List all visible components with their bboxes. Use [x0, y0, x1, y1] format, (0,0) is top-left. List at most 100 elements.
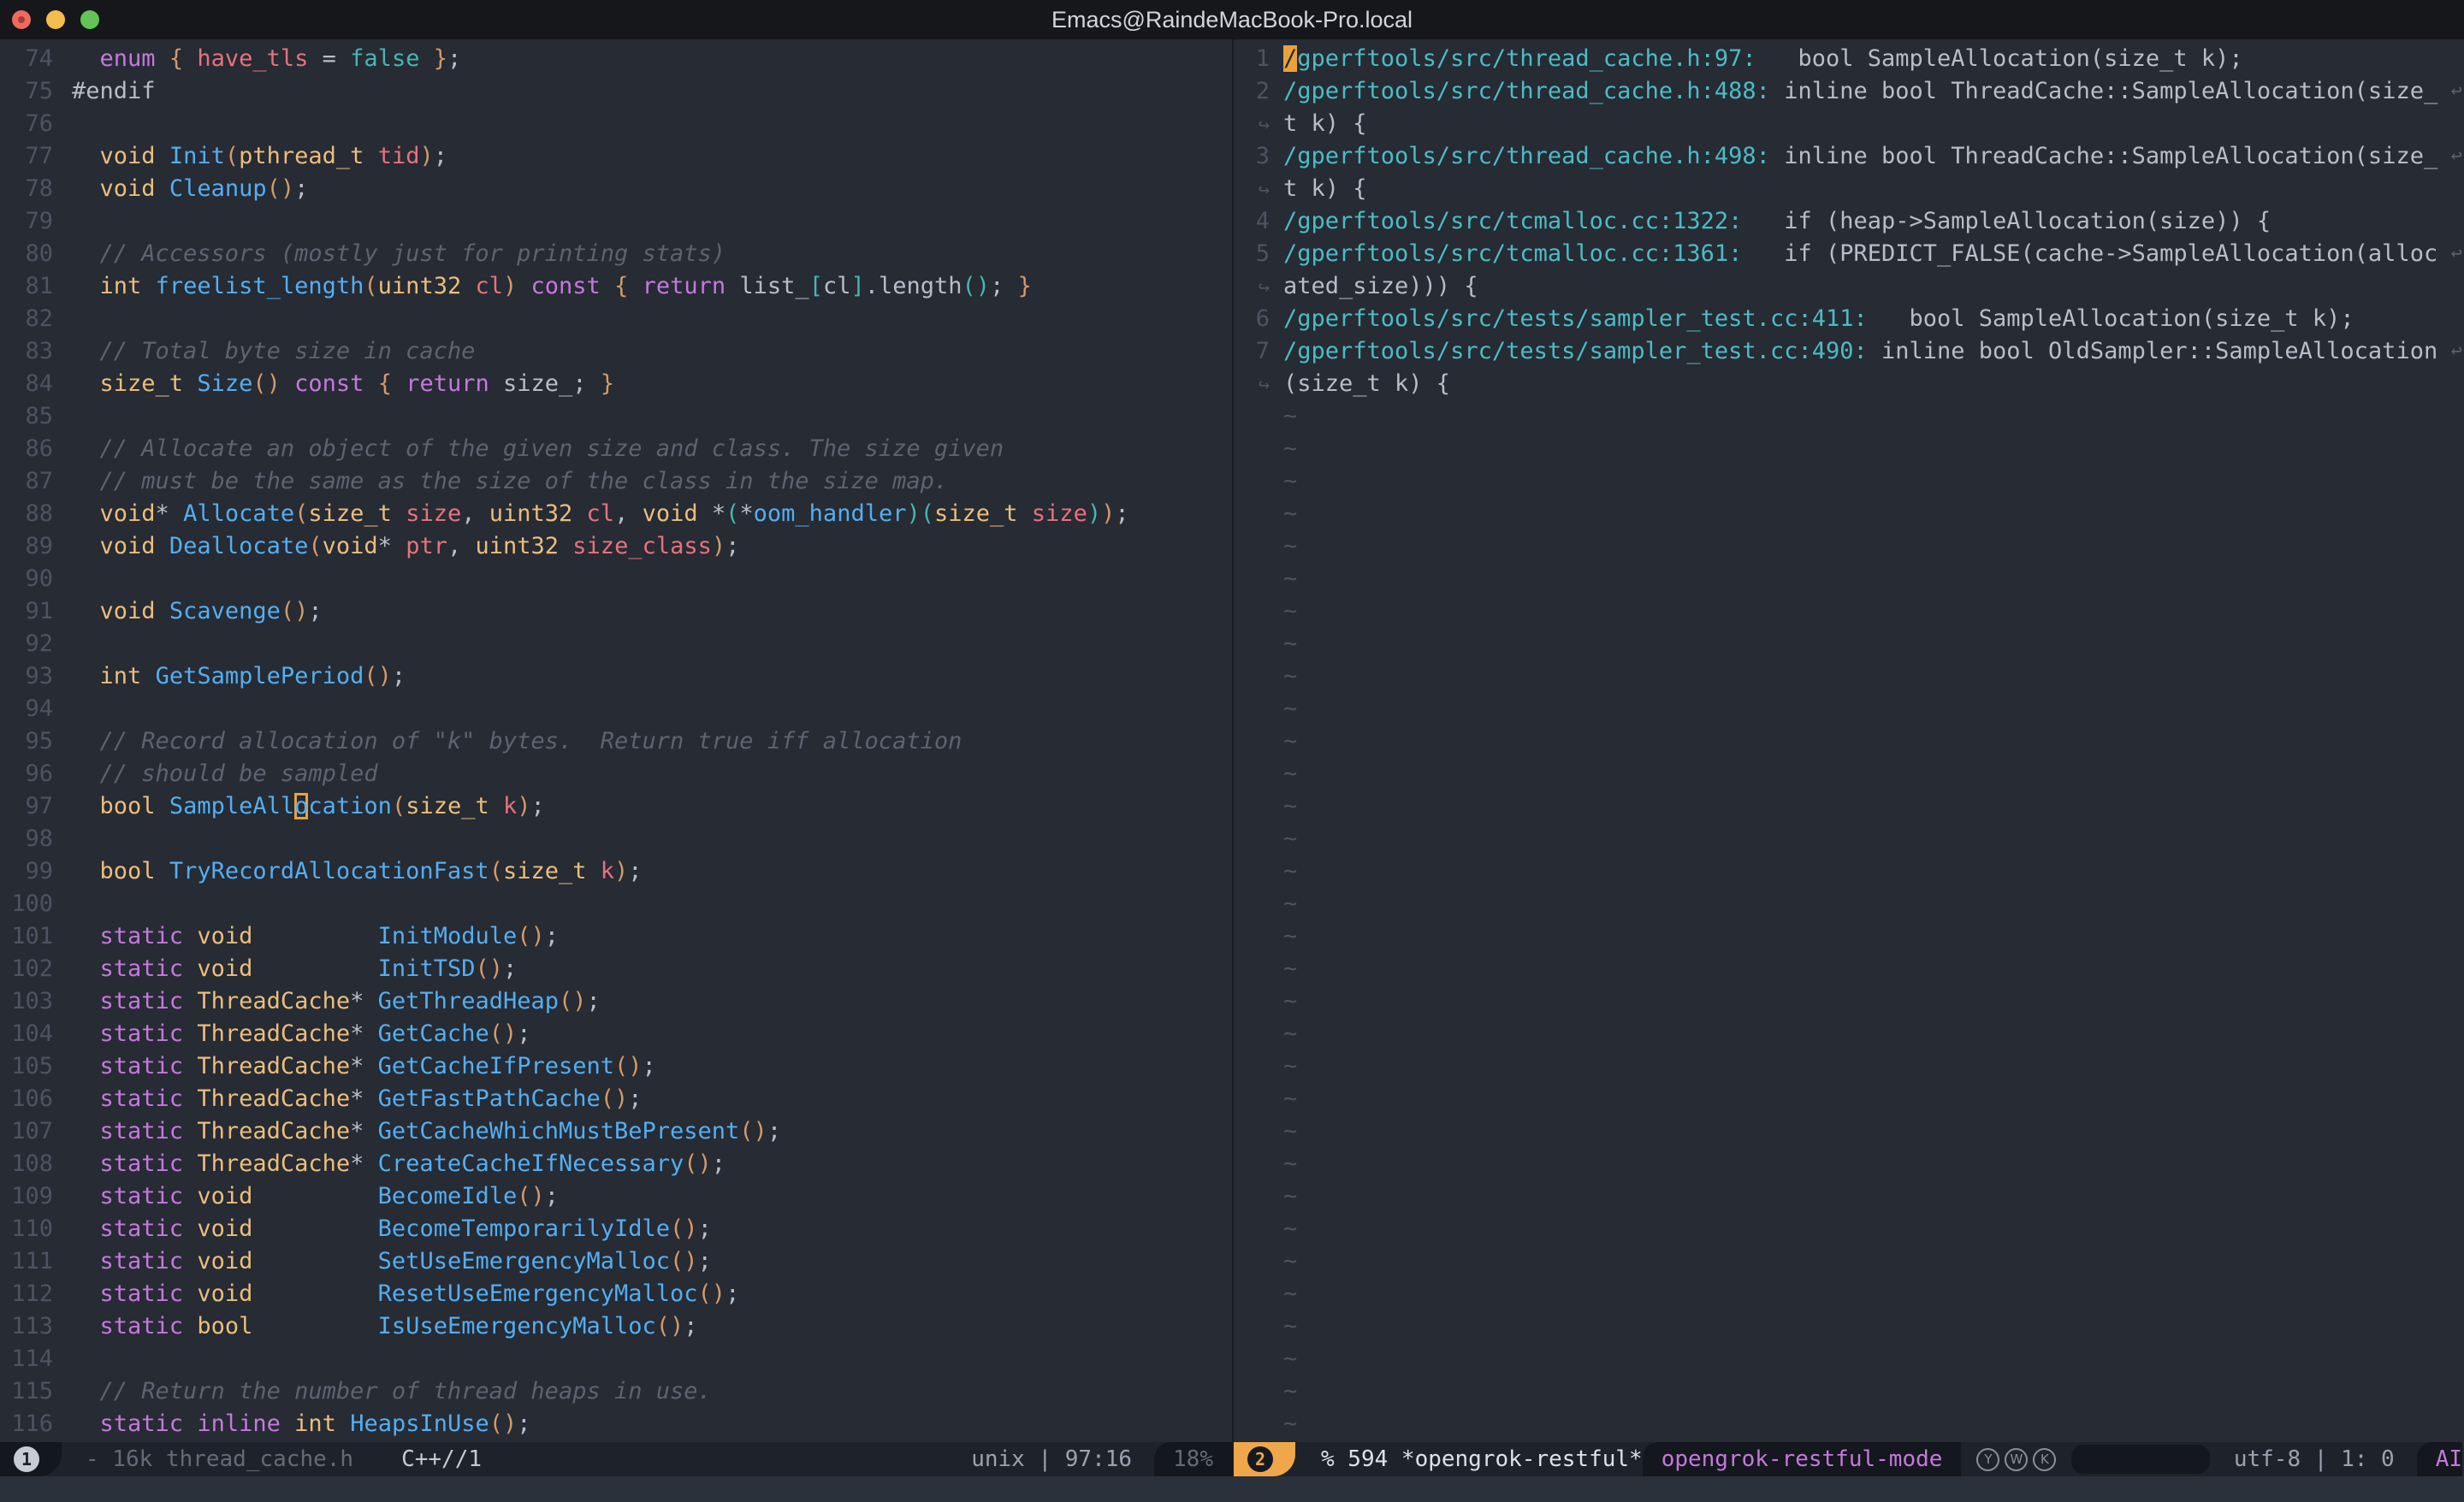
circled-y-icon[interactable]: Y — [1976, 1448, 1999, 1471]
code-line[interactable]: ↪t k) { — [1235, 108, 2464, 140]
empty-line[interactable]: ~ — [1235, 758, 2464, 790]
empty-line[interactable]: ~ — [1235, 1408, 2464, 1440]
code-line[interactable]: 2/gperftools/src/thread_cache.h:488: inl… — [1235, 75, 2464, 108]
code-line[interactable]: 7/gperftools/src/tests/sampler_test.cc:4… — [1235, 335, 2464, 368]
code-line[interactable]: 89 void Deallocate(void* ptr, uint32 siz… — [0, 530, 1232, 563]
empty-line[interactable]: ~ — [1235, 1310, 2464, 1343]
code-line[interactable]: 75#endif — [0, 75, 1232, 108]
code-line[interactable]: ↪(size_t k) { — [1235, 368, 2464, 400]
code-line[interactable]: 81 int freelist_length(uint32 cl) const … — [0, 270, 1232, 303]
code-line[interactable]: 5/gperftools/src/tcmalloc.cc:1361: if (P… — [1235, 238, 2464, 270]
empty-line[interactable]: ~ — [1235, 855, 2464, 888]
code-line[interactable]: 101 static void InitModule(); — [0, 920, 1232, 953]
titlebar[interactable]: Emacs@RaindeMacBook-Pro.local — [0, 0, 2464, 39]
minimize-button-icon[interactable] — [46, 10, 65, 29]
empty-line[interactable]: ~ — [1235, 953, 2464, 985]
code-line[interactable]: 106 static ThreadCache* GetFastPathCache… — [0, 1083, 1232, 1115]
code-line[interactable]: 6/gperftools/src/tests/sampler_test.cc:4… — [1235, 303, 2464, 335]
code-line[interactable]: 116 static inline int HeapsInUse(); — [0, 1408, 1232, 1440]
empty-line[interactable]: ~ — [1235, 920, 2464, 953]
major-mode[interactable]: opengrok-restful-mode — [1661, 1446, 1943, 1472]
empty-line[interactable]: ~ — [1235, 498, 2464, 530]
code-line[interactable]: 91 void Scavenge(); — [0, 595, 1232, 628]
code-line[interactable]: 103 static ThreadCache* GetThreadHeap(); — [0, 985, 1232, 1018]
code-line[interactable]: 93 int GetSamplePeriod(); — [0, 660, 1232, 693]
source-buffer-pane[interactable]: 74 enum { have_tls = false };75#endif767… — [0, 39, 1234, 1442]
code-line[interactable]: 115 // Return the number of thread heaps… — [0, 1375, 1232, 1408]
empty-line[interactable]: ~ — [1235, 1375, 2464, 1408]
zoom-button-icon[interactable] — [80, 10, 99, 29]
code-line[interactable]: 3/gperftools/src/thread_cache.h:498: inl… — [1235, 140, 2464, 173]
code-line[interactable]: 79 — [0, 205, 1232, 238]
empty-line[interactable]: ~ — [1235, 628, 2464, 660]
code-line[interactable]: 97 bool SampleAllocation(size_t k); — [0, 790, 1232, 823]
empty-line[interactable]: ~ — [1235, 693, 2464, 725]
code-token — [392, 500, 406, 527]
code-line[interactable]: 76 — [0, 108, 1232, 140]
code-line[interactable]: ↪ated_size))) { — [1235, 270, 2464, 303]
code-line[interactable]: 85 — [0, 400, 1232, 433]
empty-line[interactable]: ~ — [1235, 465, 2464, 498]
code-line[interactable]: 1/gperftools/src/thread_cache.h:97: bool… — [1235, 43, 2464, 75]
code-line[interactable]: 112 static void ResetUseEmergencyMalloc(… — [0, 1278, 1232, 1310]
empty-line[interactable]: ~ — [1235, 1278, 2464, 1310]
code-line[interactable]: 114 — [0, 1343, 1232, 1375]
code-line[interactable]: 90 — [0, 563, 1232, 595]
empty-line[interactable]: ~ — [1235, 660, 2464, 693]
empty-line[interactable]: ~ — [1235, 1018, 2464, 1050]
close-button-icon[interactable] — [12, 10, 31, 29]
code-line[interactable]: 107 static ThreadCache* GetCacheWhichMus… — [0, 1115, 1232, 1148]
code-line[interactable]: 88 void* Allocate(size_t size, uint32 cl… — [0, 498, 1232, 530]
code-line[interactable]: 87 // must be the same as the size of th… — [0, 465, 1232, 498]
code-line[interactable]: 100 — [0, 888, 1232, 920]
circled-k-icon[interactable]: K — [2033, 1448, 2056, 1471]
empty-line[interactable]: ~ — [1235, 595, 2464, 628]
empty-line[interactable]: ~ — [1235, 530, 2464, 563]
code-line[interactable]: 92 — [0, 628, 1232, 660]
empty-line[interactable]: ~ — [1235, 1050, 2464, 1083]
circled-w-icon[interactable]: W — [2005, 1448, 2028, 1471]
code-line[interactable]: 83 // Total byte size in cache — [0, 335, 1232, 368]
echo-area[interactable] — [0, 1476, 2464, 1502]
code-line[interactable]: 105 static ThreadCache* GetCacheIfPresen… — [0, 1050, 1232, 1083]
code-line[interactable]: 86 // Allocate an object of the given si… — [0, 433, 1232, 465]
code-line[interactable]: 82 — [0, 303, 1232, 335]
code-line[interactable]: 96 // should be sampled — [0, 758, 1232, 790]
empty-line[interactable]: ~ — [1235, 1148, 2464, 1180]
code-line[interactable]: 94 — [0, 693, 1232, 725]
code-line[interactable]: ↪t k) { — [1235, 173, 2464, 205]
code-line[interactable]: 74 enum { have_tls = false }; — [0, 43, 1232, 75]
search-results-pane[interactable]: 1/gperftools/src/thread_cache.h:97: bool… — [1235, 39, 2464, 1442]
code-line[interactable]: 104 static ThreadCache* GetCache(); — [0, 1018, 1232, 1050]
empty-line[interactable]: ~ — [1235, 1083, 2464, 1115]
code-line[interactable]: 95 // Record allocation of "k" bytes. Re… — [0, 725, 1232, 758]
empty-line[interactable]: ~ — [1235, 888, 2464, 920]
empty-line[interactable]: ~ — [1235, 1180, 2464, 1213]
empty-line[interactable]: ~ — [1235, 790, 2464, 823]
code-line[interactable]: 108 static ThreadCache* CreateCacheIfNec… — [0, 1148, 1232, 1180]
empty-line[interactable]: ~ — [1235, 1343, 2464, 1375]
code-line[interactable]: 102 static void InitTSD(); — [0, 953, 1232, 985]
code-line[interactable]: 98 — [0, 823, 1232, 855]
code-token: tid — [378, 143, 420, 169]
empty-line[interactable]: ~ — [1235, 1115, 2464, 1148]
code-line[interactable]: 84 size_t Size() const { return size_; } — [0, 368, 1232, 400]
major-mode[interactable]: C++//1 — [401, 1446, 482, 1472]
empty-line[interactable]: ~ — [1235, 985, 2464, 1018]
code-line[interactable]: 109 static void BecomeIdle(); — [0, 1180, 1232, 1213]
empty-line[interactable]: ~ — [1235, 1245, 2464, 1278]
empty-line[interactable]: ~ — [1235, 823, 2464, 855]
code-line[interactable]: 80 // Accessors (mostly just for printin… — [0, 238, 1232, 270]
empty-line[interactable]: ~ — [1235, 563, 2464, 595]
code-line[interactable]: 99 bool TryRecordAllocationFast(size_t k… — [0, 855, 1232, 888]
code-line[interactable]: 111 static void SetUseEmergencyMalloc(); — [0, 1245, 1232, 1278]
empty-line[interactable]: ~ — [1235, 1213, 2464, 1245]
code-line[interactable]: 77 void Init(pthread_t tid); — [0, 140, 1232, 173]
code-line[interactable]: 110 static void BecomeTemporarilyIdle(); — [0, 1213, 1232, 1245]
code-line[interactable]: 4/gperftools/src/tcmalloc.cc:1322: if (h… — [1235, 205, 2464, 238]
code-line[interactable]: 113 static bool IsUseEmergencyMalloc(); — [0, 1310, 1232, 1343]
code-line[interactable]: 78 void Cleanup(); — [0, 173, 1232, 205]
empty-line[interactable]: ~ — [1235, 433, 2464, 465]
empty-line[interactable]: ~ — [1235, 400, 2464, 433]
empty-line[interactable]: ~ — [1235, 725, 2464, 758]
